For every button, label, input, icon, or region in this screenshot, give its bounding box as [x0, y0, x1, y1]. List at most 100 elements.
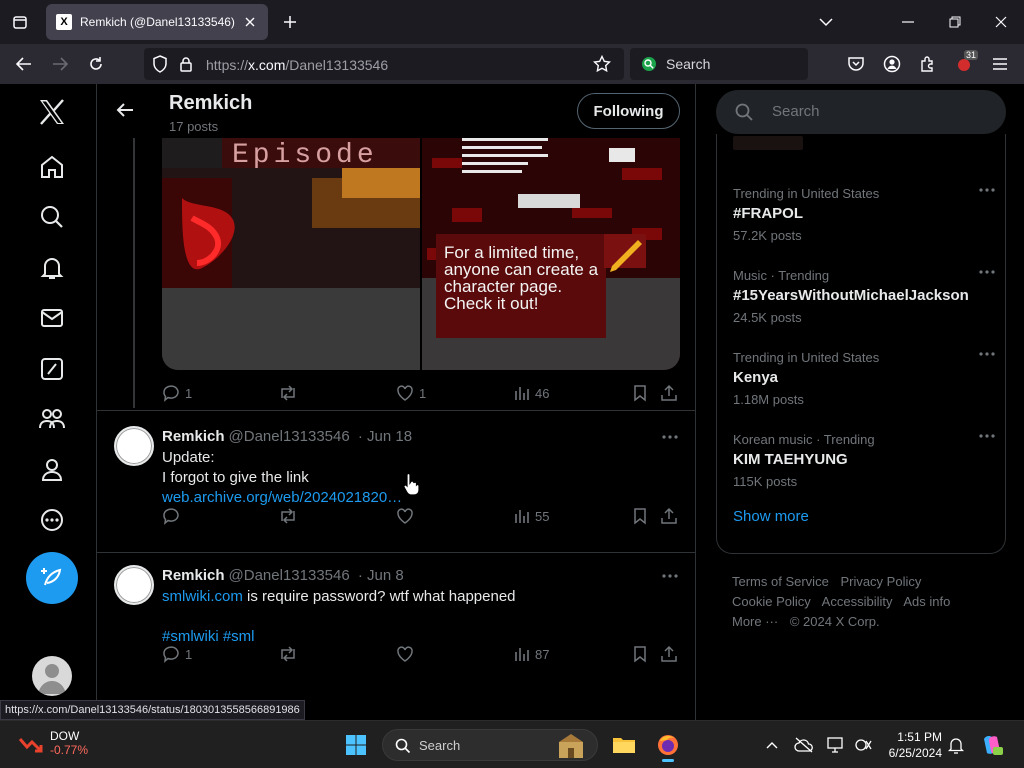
browser-search-bar[interactable]: Search — [630, 48, 808, 80]
new-tab-button[interactable] — [276, 8, 304, 36]
search-input[interactable]: Search — [716, 90, 1006, 134]
close-tab-icon[interactable] — [242, 14, 258, 30]
like-button[interactable] — [396, 505, 414, 527]
post-date[interactable]: · Jun 8 — [358, 567, 404, 584]
communities-icon[interactable] — [32, 399, 72, 439]
following-button[interactable]: Following — [577, 93, 680, 129]
minimize-window-icon[interactable] — [894, 8, 922, 36]
reply-button[interactable]: 1 — [162, 643, 192, 665]
system-clock[interactable]: 1:51 PM 6/25/2024 — [880, 729, 942, 761]
views-button[interactable]: 87 — [514, 643, 549, 665]
author-name[interactable]: Remkich — [162, 567, 225, 584]
post-more-options-icon[interactable] — [660, 566, 680, 586]
footer-link-terms[interactable]: Terms of Service — [732, 574, 829, 589]
bookmark-button[interactable] — [632, 505, 648, 527]
bookmark-star-icon[interactable] — [592, 54, 612, 74]
taskbar-search[interactable]: Search — [382, 729, 598, 761]
trend-item[interactable]: Trending in United States Kenya 1.18M po… — [733, 350, 995, 407]
footer-link-cookies[interactable]: Cookie Policy — [732, 594, 811, 609]
post-media[interactable]: Episode For a limited time, anyone can c… — [162, 138, 680, 370]
list-all-tabs-chevron-icon[interactable] — [812, 8, 840, 36]
trend-item[interactable]: Trending in United States #FRAPOL 57.2K … — [733, 186, 995, 243]
like-button[interactable] — [396, 643, 414, 665]
reply-button[interactable] — [162, 505, 180, 527]
lock-icon[interactable] — [176, 54, 196, 74]
share-button[interactable] — [660, 505, 678, 527]
views-button[interactable]: 55 — [514, 505, 549, 527]
footer-link-ads-info[interactable]: Ads info — [903, 594, 950, 609]
trend-more-icon[interactable] — [979, 434, 995, 438]
extension-addon-icon[interactable]: 31 — [950, 50, 978, 78]
like-button[interactable]: 1 — [396, 382, 426, 404]
media-image-right[interactable]: For a limited time, anyone can create a … — [422, 138, 680, 370]
back-arrow-icon[interactable] — [111, 96, 139, 124]
post-link[interactable]: smlwiki.com — [162, 588, 243, 605]
restore-window-icon[interactable] — [941, 8, 969, 36]
reply-count: 1 — [185, 385, 193, 401]
tab-list-icon[interactable] — [6, 8, 34, 36]
extensions-puzzle-icon[interactable] — [914, 50, 942, 78]
footer-link-accessibility[interactable]: Accessibility — [822, 594, 893, 609]
repost-button[interactable] — [278, 382, 298, 404]
hamburger-menu-icon[interactable] — [986, 50, 1014, 78]
notification-bell-icon[interactable] — [940, 729, 972, 761]
explore-search-icon[interactable] — [32, 197, 72, 237]
show-more-link[interactable]: Show more — [733, 508, 809, 525]
footer-link-privacy[interactable]: Privacy Policy — [840, 574, 921, 589]
bookmark-button[interactable] — [632, 643, 648, 665]
reply-button[interactable]: 1 — [162, 382, 192, 404]
compose-post-button[interactable] — [26, 552, 78, 604]
trend-item[interactable]: Korean music · Trending KIM TAEHYUNG 115… — [733, 432, 995, 489]
x-logo-icon[interactable] — [32, 92, 72, 132]
footer-link-more[interactable]: More ··· — [732, 614, 778, 629]
trend-more-icon[interactable] — [979, 352, 995, 356]
stock-widget[interactable]: DOW -0.77% — [18, 729, 88, 757]
author-name[interactable]: Remkich — [162, 428, 225, 445]
file-explorer-icon[interactable] — [608, 729, 640, 761]
author-avatar[interactable] — [114, 426, 154, 466]
address-bar[interactable]: https://x.com/Danel13133546 — [144, 48, 624, 80]
repost-button[interactable] — [278, 643, 298, 665]
pocket-icon[interactable] — [842, 50, 870, 78]
post-more-options-icon[interactable] — [660, 427, 680, 447]
active-tab[interactable]: X Remkich (@Danel13133546) / X — [46, 4, 268, 40]
views-button[interactable]: 46 — [514, 382, 549, 404]
trend-more-icon[interactable] — [979, 188, 995, 192]
account-avatar[interactable] — [32, 656, 72, 696]
account-icon[interactable] — [878, 50, 906, 78]
author-handle[interactable]: @Danel13133546 — [229, 567, 350, 584]
author-avatar[interactable] — [114, 565, 154, 605]
media-image-left[interactable]: Episode — [162, 138, 420, 370]
share-button[interactable] — [660, 382, 678, 404]
copilot-icon[interactable] — [976, 729, 1008, 761]
windows-start-icon[interactable] — [340, 729, 372, 761]
post[interactable]: Remkich @Danel13133546 · Jun 18 Update: I… — [97, 410, 695, 552]
notifications-bell-icon[interactable] — [32, 248, 72, 288]
home-icon[interactable] — [32, 147, 72, 187]
messages-envelope-icon[interactable] — [32, 298, 72, 338]
post[interactable]: Remkich @Danel13133546 · Jun 8 smlwiki.co… — [97, 552, 695, 692]
more-circle-icon[interactable] — [32, 500, 72, 540]
profile-header: Remkich 17 posts Following — [97, 84, 695, 138]
post-text: smlwiki.com is require password? wtf wha… — [162, 588, 516, 645]
trend-more-icon[interactable] — [979, 270, 995, 274]
post-date[interactable]: · Jun 18 — [358, 428, 412, 445]
shield-icon[interactable] — [150, 54, 170, 74]
forward-arrow-icon[interactable] — [46, 50, 74, 78]
cloud-offline-icon[interactable] — [788, 729, 820, 761]
bookmark-button[interactable] — [632, 382, 648, 404]
extension-badge: 31 — [963, 50, 978, 60]
tray-chevron-up-icon[interactable] — [756, 729, 788, 761]
share-button[interactable] — [660, 643, 678, 665]
reload-icon[interactable] — [82, 50, 110, 78]
author-handle[interactable]: @Danel13133546 — [229, 428, 350, 445]
repost-button[interactable] — [278, 505, 298, 527]
trend-item[interactable]: Music · Trending #15YearsWithoutMichaelJ… — [733, 268, 995, 325]
network-volume-icon[interactable] — [848, 729, 880, 761]
grok-icon[interactable] — [32, 349, 72, 389]
back-arrow-icon[interactable] — [10, 50, 38, 78]
share-icon — [661, 507, 677, 524]
profile-person-icon[interactable] — [32, 450, 72, 490]
close-window-icon[interactable] — [987, 8, 1015, 36]
firefox-icon[interactable] — [652, 729, 684, 762]
